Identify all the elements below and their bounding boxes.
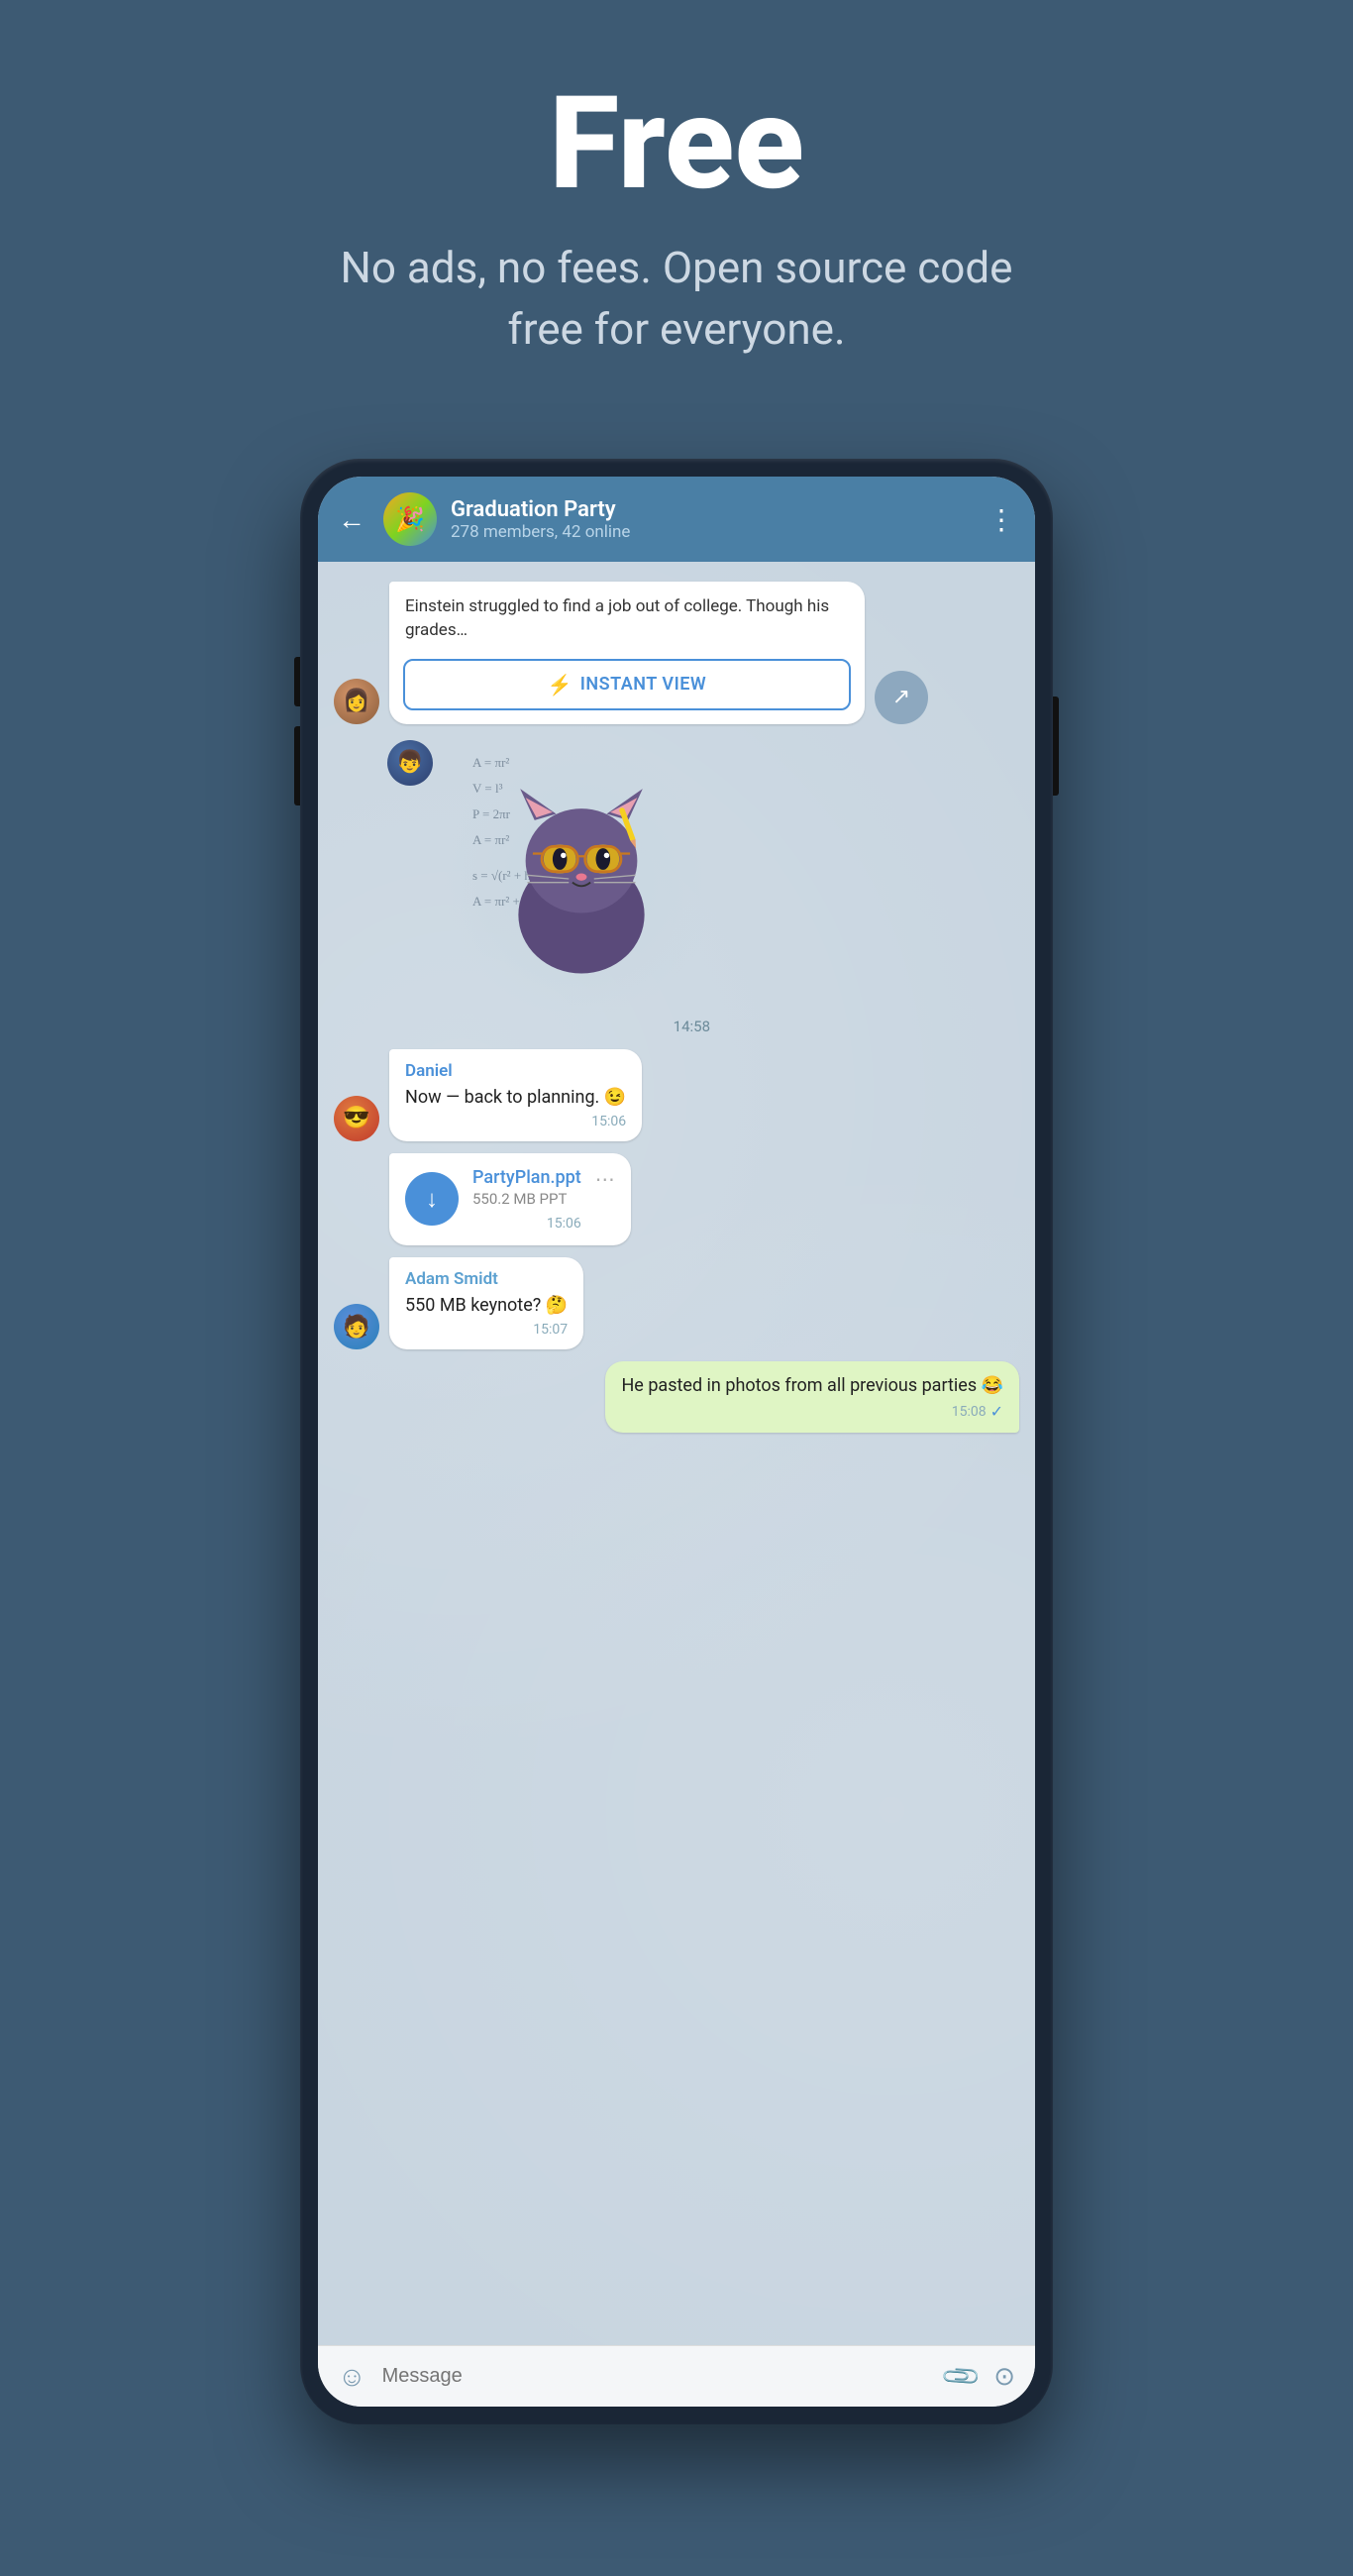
group-name: Graduation Party [451, 497, 974, 522]
message-bubble: Daniel Now — back to planning. 😉 15:06 [389, 1049, 642, 1141]
volume-up-button [294, 657, 300, 706]
chat-body: 👩 Einstein struggled to find a job out o… [318, 562, 1035, 2345]
message-time: 15:08 [952, 1404, 987, 1420]
outgoing-message-bubble: He pasted in photos from all previous pa… [605, 1361, 1019, 1433]
table-row: 👩 Einstein struggled to find a job out o… [318, 578, 1035, 728]
table-row: 😎 Daniel Now — back to planning. 😉 15:06 [318, 1045, 1035, 1145]
download-button[interactable]: ↓ [405, 1172, 459, 1226]
emoji-button[interactable]: ☺ [338, 2360, 366, 2393]
share-button[interactable]: ↗ [875, 671, 928, 724]
message-input[interactable] [382, 2365, 930, 2388]
hero-subtitle: No ads, no fees. Open source code free f… [340, 238, 1013, 360]
group-members: 278 members, 42 online [451, 522, 974, 542]
table-row: ↓ PartyPlan.ppt 550.2 MB PPT 15:06 ⋯ [318, 1149, 1035, 1249]
file-bubble: ↓ PartyPlan.ppt 550.2 MB PPT 15:06 ⋯ [389, 1153, 631, 1245]
sticker-image: A = πr² V = l³ P = 2πr A = πr² s = √(r² … [443, 740, 720, 1018]
math-background: A = πr² V = l³ P = 2πr A = πr² s = √(r² … [443, 740, 720, 1018]
instant-view-button[interactable]: ⚡ INSTANT VIEW [403, 659, 851, 710]
sender-name: Daniel [405, 1061, 626, 1081]
message-time: 15:06 [405, 1114, 626, 1129]
file-time: 15:06 [472, 1216, 581, 1232]
group-avatar: 🎉 [383, 492, 437, 546]
phone-screen: ← 🎉 Graduation Party 278 members, 42 onl… [318, 477, 1035, 2407]
attach-button[interactable]: 📎 [940, 2355, 984, 2399]
instant-view-label: INSTANT VIEW [580, 674, 707, 695]
avatar: 👦 [387, 740, 433, 786]
message-time: 15:07 [405, 1322, 568, 1338]
phone-frame: ← 🎉 Graduation Party 278 members, 42 onl… [300, 459, 1053, 2424]
sender-name: Adam Smidt [405, 1269, 568, 1289]
message-text: Now — back to planning. 😉 [405, 1085, 626, 1110]
instant-view-card: Einstein struggled to find a job out of … [389, 582, 865, 724]
group-info: Graduation Party 278 members, 42 online [451, 497, 974, 542]
download-icon: ↓ [426, 1185, 438, 1214]
volume-down-button [294, 726, 300, 805]
input-bar: ☺ 📎 ⊙ [318, 2345, 1035, 2407]
avatar: 😎 [334, 1096, 379, 1141]
camera-button[interactable]: ⊙ [993, 2362, 1015, 2392]
sticker-time: 14:58 [443, 1018, 720, 1041]
sticker-message-row: 👦 A = πr² V = l³ P = 2πr A = πr² [318, 732, 1035, 1045]
header-menu-button[interactable]: ⋮ [988, 503, 1015, 536]
message-text: He pasted in photos from all previous pa… [621, 1373, 1003, 1398]
read-receipt-icon: ✓ [990, 1402, 1003, 1421]
file-name: PartyPlan.ppt [472, 1167, 581, 1188]
file-menu-button[interactable]: ⋯ [595, 1167, 615, 1191]
hero-section: Free No ads, no fees. Open source code f… [0, 0, 1353, 419]
power-button [1053, 697, 1059, 796]
file-info: PartyPlan.ppt 550.2 MB PPT 15:06 [472, 1167, 581, 1232]
instant-view-text: Einstein struggled to find a job out of … [389, 582, 865, 651]
phone-wrapper: ← 🎉 Graduation Party 278 members, 42 onl… [300, 459, 1053, 2424]
hero-title: Free [40, 79, 1313, 208]
back-button[interactable]: ← [338, 503, 365, 536]
table-row: He pasted in photos from all previous pa… [318, 1357, 1035, 1437]
message-bubble: Adam Smidt 550 MB keynote? 🤔 15:07 [389, 1257, 583, 1349]
table-row: 🧑 Adam Smidt 550 MB keynote? 🤔 15:07 [318, 1253, 1035, 1353]
message-time-check: 15:08 ✓ [621, 1402, 1003, 1421]
message-text: 550 MB keynote? 🤔 [405, 1293, 568, 1318]
avatar: 🧑 [334, 1304, 379, 1349]
avatar: 👩 [334, 679, 379, 724]
chat-header: ← 🎉 Graduation Party 278 members, 42 onl… [318, 477, 1035, 562]
share-icon: ↗ [892, 685, 910, 709]
file-size: 550.2 MB PPT [472, 1190, 581, 1208]
cat-sticker-svg [482, 780, 680, 978]
lightning-icon: ⚡ [548, 673, 572, 697]
